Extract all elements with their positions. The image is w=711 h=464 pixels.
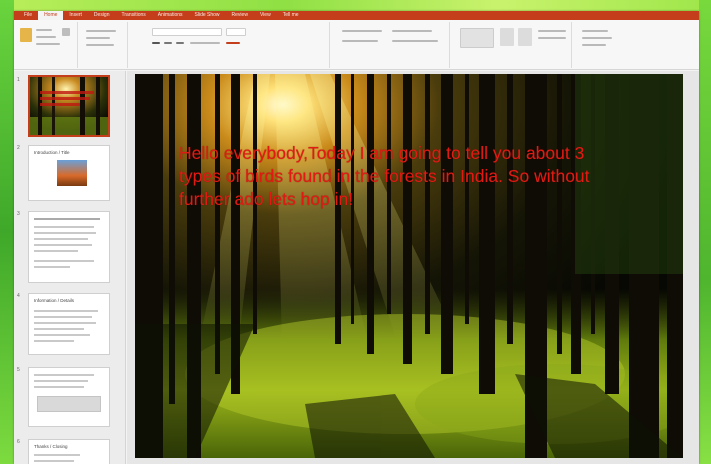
paragraph-group xyxy=(332,22,450,68)
convert-smartart-button[interactable] xyxy=(392,40,438,42)
thumbnail-title: Thanks / Closing xyxy=(34,444,68,449)
shape-fill-button[interactable] xyxy=(538,30,566,32)
section-button[interactable] xyxy=(86,44,114,46)
cut-button[interactable] xyxy=(36,29,52,31)
tab-design[interactable]: Design xyxy=(88,11,116,20)
italic-button[interactable] xyxy=(164,42,172,44)
text-direction-button[interactable] xyxy=(392,30,432,32)
forest-thumbnail-image xyxy=(30,77,108,135)
thumbnail-title: Introduction / Title xyxy=(34,150,70,155)
paste-icon[interactable] xyxy=(20,28,32,42)
slide-edit-area: Hello everybody,Today I am going to tell… xyxy=(127,71,699,464)
slide-number: 5 xyxy=(17,367,20,373)
find-button[interactable] xyxy=(582,30,608,32)
bullets-button[interactable] xyxy=(342,30,382,32)
font-name-select[interactable] xyxy=(152,28,222,36)
text-effects-button[interactable] xyxy=(190,42,220,44)
tab-slide-show[interactable]: Slide Show xyxy=(189,11,226,20)
select-button[interactable] xyxy=(582,44,606,46)
copy-button[interactable] xyxy=(36,36,56,38)
tab-home[interactable]: Home xyxy=(38,11,64,20)
slide-thumbnail-pane: 1 2 Introduction / Title 3 4 Information… xyxy=(14,71,126,464)
tab-transitions[interactable]: Transitions xyxy=(116,11,152,20)
font-group xyxy=(130,22,330,68)
presentation-app-window: File Home Insert Design Transitions Anim… xyxy=(14,11,699,464)
slide-thumbnail-2[interactable]: Introduction / Title xyxy=(28,145,110,201)
desktop-wallpaper-right xyxy=(699,0,711,464)
slide-number: 2 xyxy=(17,145,20,151)
tab-tell-me[interactable]: Tell me xyxy=(277,11,305,20)
desktop-wallpaper-left xyxy=(0,0,14,464)
slide-number: 4 xyxy=(17,293,20,299)
tab-file[interactable]: File xyxy=(18,11,38,20)
current-slide[interactable]: Hello everybody,Today I am going to tell… xyxy=(135,74,683,458)
replace-button[interactable] xyxy=(582,37,612,39)
bird-picture-icon xyxy=(57,160,87,186)
new-slide-icon[interactable] xyxy=(62,28,70,36)
format-painter-button[interactable] xyxy=(36,43,60,45)
font-size-select[interactable] xyxy=(226,28,246,36)
ribbon-commands xyxy=(14,20,699,70)
ribbon-tab-bar: File Home Insert Design Transitions Anim… xyxy=(14,11,699,20)
slides-group xyxy=(80,22,128,68)
slide-thumbnail-1[interactable] xyxy=(28,75,110,137)
slide-number: 6 xyxy=(17,439,20,445)
thumbnail-title: Information / Details xyxy=(34,298,75,303)
slide-thumbnail-3[interactable] xyxy=(28,211,110,283)
slide-thumbnail-6[interactable]: Thanks / Closing xyxy=(28,439,110,464)
underline-button[interactable] xyxy=(176,42,184,44)
tab-animations[interactable]: Animations xyxy=(152,11,189,20)
layout-button[interactable] xyxy=(86,30,116,32)
quick-styles-icon[interactable] xyxy=(518,28,532,46)
editing-group xyxy=(574,22,634,68)
font-color-button[interactable] xyxy=(226,42,240,44)
arrange-icon[interactable] xyxy=(500,28,514,46)
slide-body-text[interactable]: Hello everybody,Today I am going to tell… xyxy=(179,142,619,211)
reset-button[interactable] xyxy=(86,37,110,39)
forest-background-image xyxy=(135,74,683,458)
slide-thumbnail-4[interactable]: Information / Details xyxy=(28,293,110,355)
shape-outline-button[interactable] xyxy=(538,37,566,39)
tab-insert[interactable]: Insert xyxy=(63,11,88,20)
shapes-gallery[interactable] xyxy=(460,28,494,48)
slide-number: 1 xyxy=(17,77,20,83)
align-buttons[interactable] xyxy=(342,40,378,42)
slide-thumbnail-5[interactable] xyxy=(28,367,110,427)
slide-number: 3 xyxy=(17,211,20,217)
table-placeholder xyxy=(37,396,101,412)
bold-button[interactable] xyxy=(152,42,160,44)
drawing-group xyxy=(452,22,572,68)
clipboard-group xyxy=(16,22,78,68)
tab-review[interactable]: Review xyxy=(226,11,254,20)
tab-view[interactable]: View xyxy=(254,11,277,20)
